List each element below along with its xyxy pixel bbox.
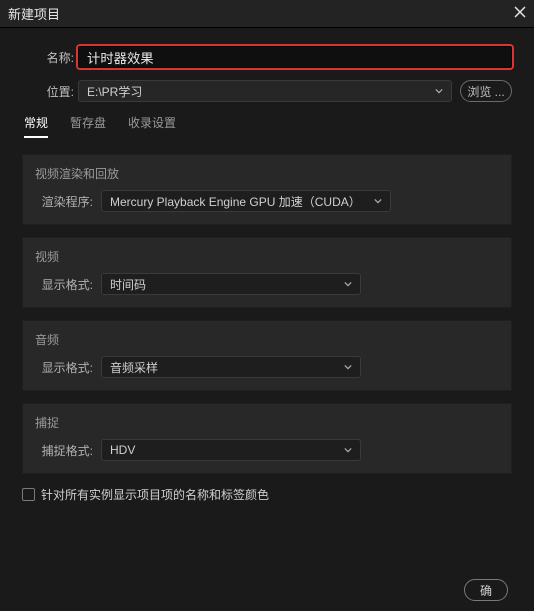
audio-format-select[interactable]: 音频采样	[101, 356, 361, 378]
audio-format-value: 音频采样	[110, 359, 158, 376]
name-label: 名称:	[22, 49, 74, 66]
video-format-value: 时间码	[110, 276, 146, 293]
dialog-title: 新建项目	[8, 4, 60, 23]
audio-format-label: 显示格式:	[35, 359, 93, 376]
location-value: E:\PR学习	[87, 83, 142, 100]
location-label: 位置:	[22, 83, 74, 100]
chevron-down-icon	[435, 84, 443, 98]
tab-ingest[interactable]: 收录设置	[128, 114, 176, 138]
renderer-value: Mercury Playback Engine GPU 加速（CUDA）	[110, 193, 361, 210]
name-input[interactable]	[78, 46, 512, 68]
footer: 确	[464, 579, 508, 601]
chevron-down-icon	[344, 443, 352, 457]
chevron-down-icon	[344, 277, 352, 291]
tabs: 常规 暂存盘 收录设置	[24, 114, 512, 138]
titlebar: 新建项目	[0, 0, 534, 28]
tab-scratch-disks[interactable]: 暂存盘	[70, 114, 106, 138]
location-row: 位置: E:\PR学习 浏览 ...	[22, 80, 512, 102]
capture-format-label: 捕捉格式:	[35, 442, 93, 459]
section-title-capture: 捕捉	[23, 414, 511, 439]
name-row: 名称:	[22, 46, 512, 68]
video-format-label: 显示格式:	[35, 276, 93, 293]
checkbox-label: 针对所有实例显示项目项的名称和标签颜色	[41, 486, 269, 503]
section-capture: 捕捉 捕捉格式: HDV	[22, 403, 512, 474]
chevron-down-icon	[374, 194, 382, 208]
show-names-checkbox[interactable]	[22, 488, 35, 501]
checkbox-row: 针对所有实例显示项目项的名称和标签颜色	[22, 486, 512, 503]
section-render: 视频渲染和回放 渲染程序: Mercury Playback Engine GP…	[22, 154, 512, 225]
capture-format-select[interactable]: HDV	[101, 439, 361, 461]
browse-button[interactable]: 浏览 ...	[460, 80, 512, 102]
renderer-label: 渲染程序:	[35, 193, 93, 210]
chevron-down-icon	[344, 360, 352, 374]
close-icon[interactable]	[514, 6, 526, 21]
section-title-render: 视频渲染和回放	[23, 165, 511, 190]
section-title-audio: 音频	[23, 331, 511, 356]
video-format-select[interactable]: 时间码	[101, 273, 361, 295]
ok-button[interactable]: 确	[464, 579, 508, 601]
renderer-select[interactable]: Mercury Playback Engine GPU 加速（CUDA）	[101, 190, 391, 212]
section-video: 视频 显示格式: 时间码	[22, 237, 512, 308]
section-title-video: 视频	[23, 248, 511, 273]
dialog-content: 名称: 位置: E:\PR学习 浏览 ... 常规 暂存盘 收录设置 视频渲染和…	[0, 28, 534, 503]
location-select[interactable]: E:\PR学习	[78, 80, 452, 102]
capture-format-value: HDV	[110, 443, 135, 457]
section-audio: 音频 显示格式: 音频采样	[22, 320, 512, 391]
tab-general[interactable]: 常规	[24, 114, 48, 138]
